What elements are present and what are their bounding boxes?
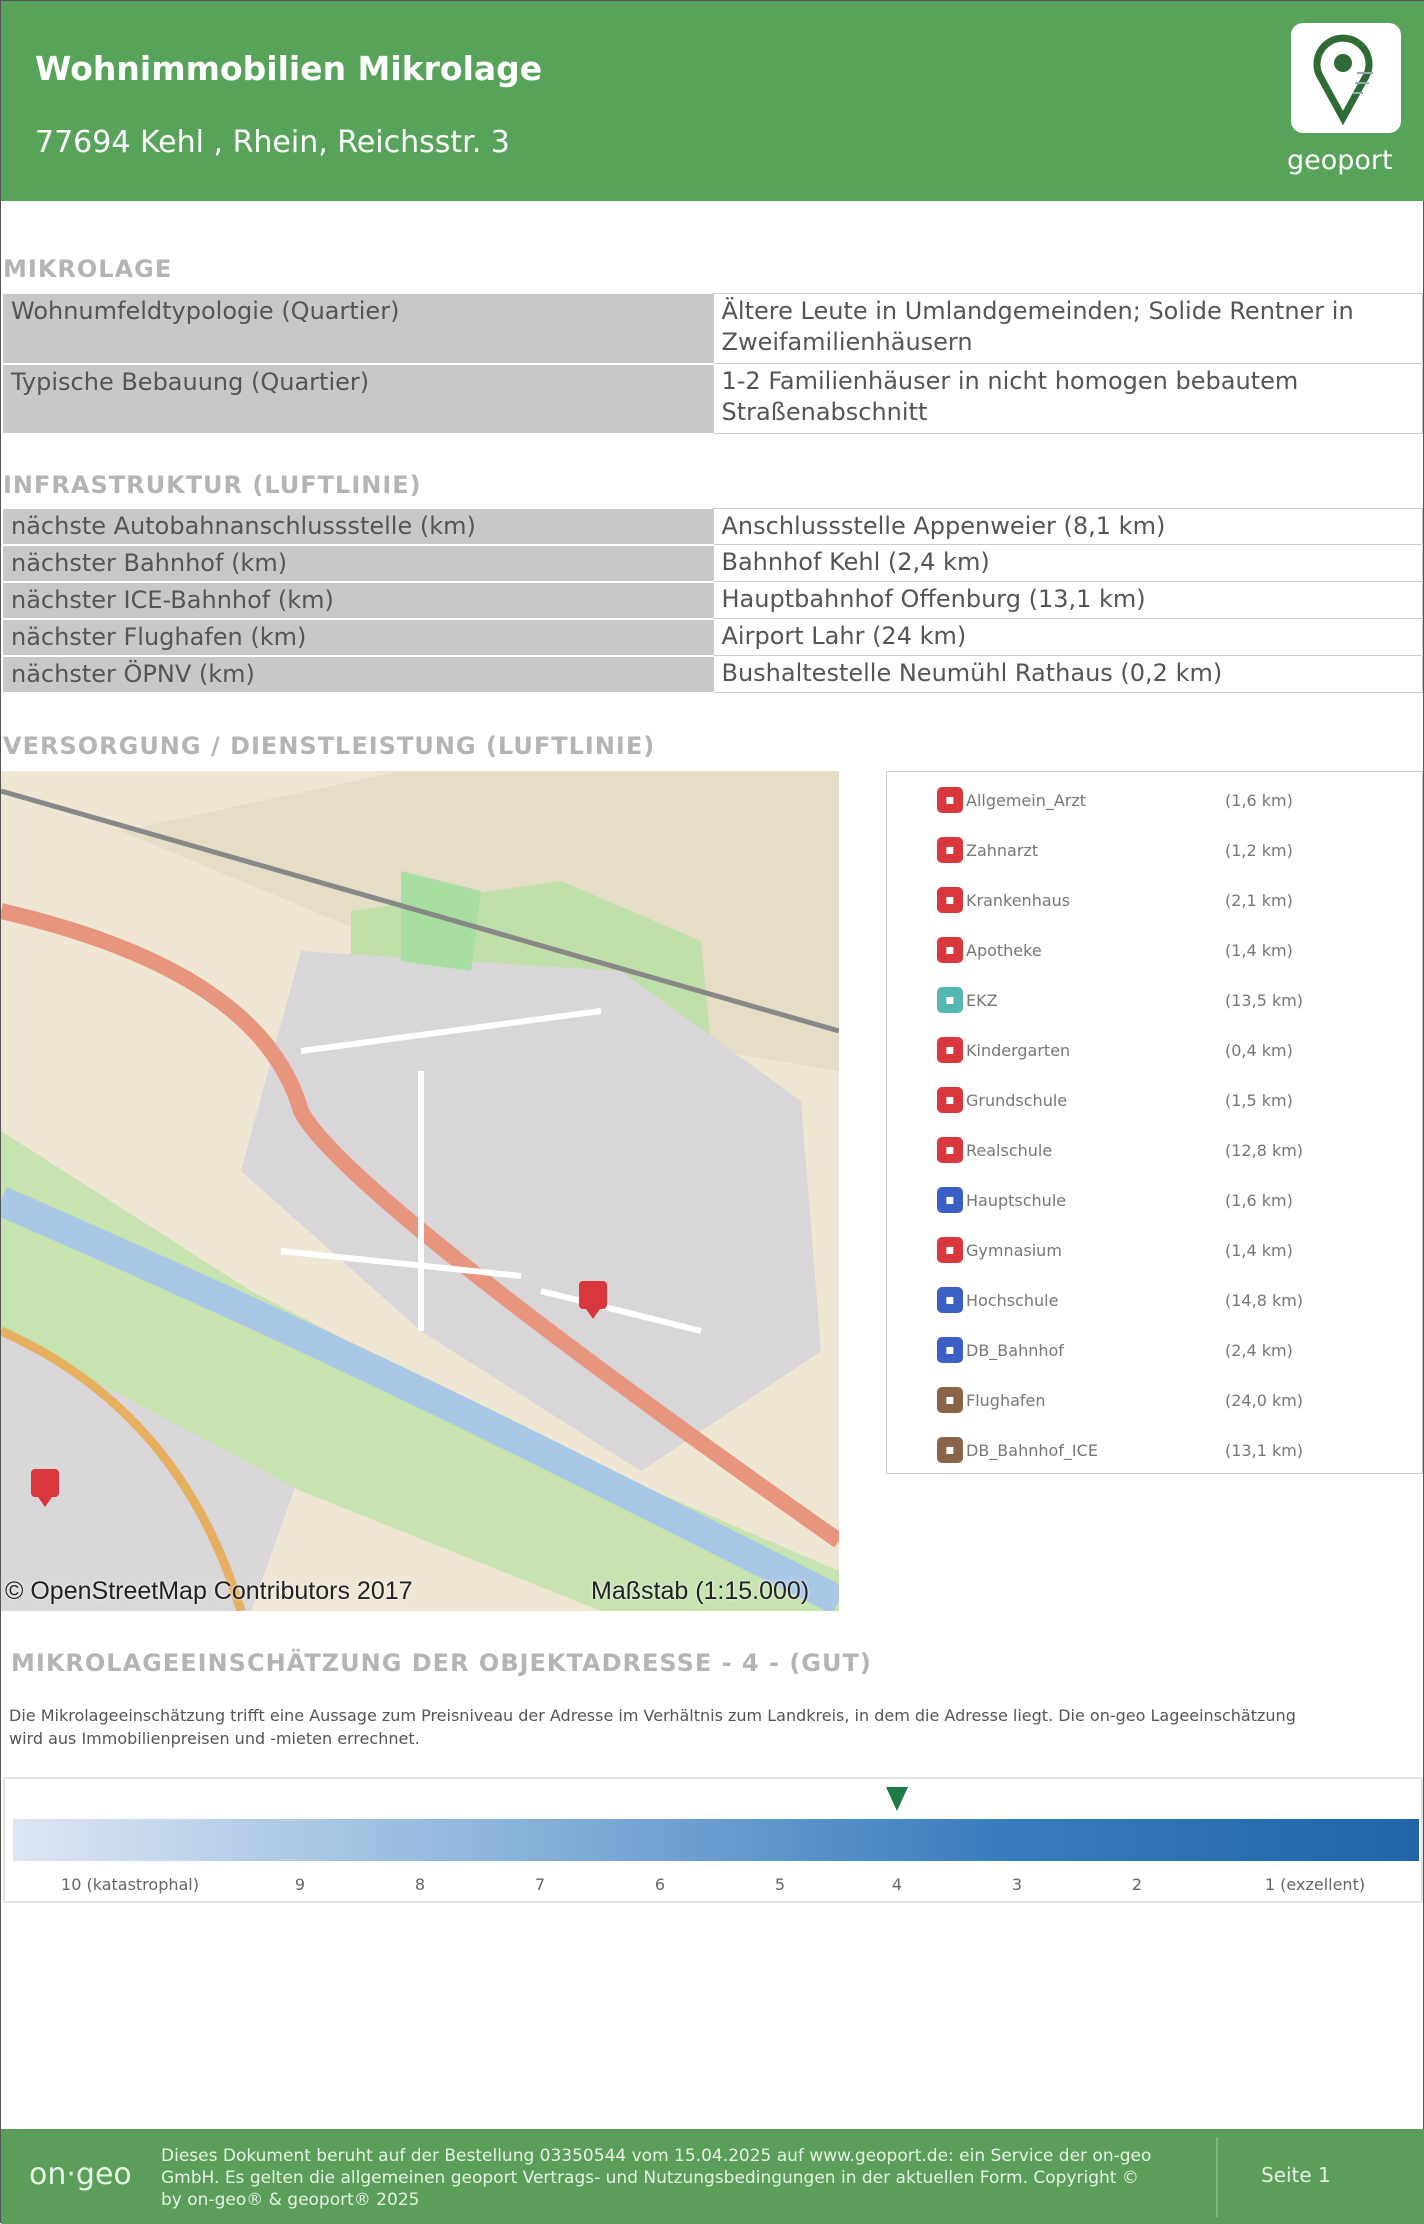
legend-distance: (12,8 km) <box>1225 1140 1304 1160</box>
poi-icon: ▪ <box>937 837 963 863</box>
map-copyright: © OpenStreetMap Contributors 2017 <box>5 1577 413 1605</box>
legend-label: Grundschule <box>966 1090 1068 1110</box>
rating-gradient-bar <box>13 1819 1419 1861</box>
poi-icon: ▪ <box>937 1187 963 1213</box>
section-heading-infrastruktur: INFRASTRUKTUR (LUFTLINIE) <box>3 471 422 499</box>
table-row: Typische Bebauung (Quartier) 1-2 Familien… <box>3 363 1423 435</box>
section-heading-mikrolage: MIKROLAGE <box>3 255 173 283</box>
scale-label: 6 <box>654 1875 666 1894</box>
rating-marker-icon <box>886 1787 908 1811</box>
legend-item: ▪ Grundschule (1,5 km) <box>937 1080 1397 1120</box>
poi-icon: ▪ <box>937 1037 963 1063</box>
legend-label: DB_Bahnhof <box>966 1340 1064 1360</box>
legend-label: Realschule <box>966 1140 1053 1160</box>
poi-icon: ▪ <box>937 1237 963 1263</box>
address: 77694 Kehl , Rhein, Reichsstr. 3 <box>35 125 510 160</box>
legend-item: ▪ EKZ (13,5 km) <box>937 980 1397 1020</box>
scale-label: 9 <box>294 1875 306 1894</box>
legend-distance: (1,6 km) <box>1225 790 1293 810</box>
legend-item: ▪ Realschule (12,8 km) <box>937 1130 1397 1170</box>
table-row: nächster Bahnhof (km) Bahnhof Kehl (2,4 k… <box>3 544 1423 583</box>
infrastruktur-table: nächste Autobahnanschlussstelle (km) Ansc… <box>3 508 1423 694</box>
legend-item: ▪ Zahnarzt (1,2 km) <box>937 830 1397 870</box>
poi-icon: ▪ <box>937 1337 963 1363</box>
legend-item: ▪ DB_Bahnhof_ICE (13,1 km) <box>937 1430 1397 1470</box>
table-row: nächster ICE-Bahnhof (km) Hauptbahnhof Of… <box>3 581 1423 620</box>
legend-item: ▪ Hochschule (14,8 km) <box>937 1280 1397 1320</box>
legend-label: Krankenhaus <box>966 890 1071 910</box>
scale-label: 8 <box>414 1875 426 1894</box>
legend-distance: (2,4 km) <box>1225 1340 1293 1360</box>
scale-label: 10 (katastrophal) <box>61 1875 199 1894</box>
legend-item: ▪ Krankenhaus (2,1 km) <box>937 880 1397 920</box>
scale-label: 1 (exzellent) <box>1264 1875 1366 1894</box>
scale-label: 4 <box>891 1875 903 1894</box>
on-geo-logo: on·geo <box>29 2157 132 2192</box>
legend-distance: (1,4 km) <box>1225 1240 1293 1260</box>
footer-text: Dieses Dokument beruht auf der Bestellun… <box>161 2146 1152 2210</box>
legend-distance: (13,5 km) <box>1225 990 1304 1010</box>
legend-item: ▪ Allgemein_Arzt (1,6 km) <box>937 780 1397 820</box>
legend-label: Hochschule <box>966 1290 1059 1310</box>
poi-icon: ▪ <box>937 1137 963 1163</box>
scale-label: 3 <box>1011 1875 1023 1894</box>
legend-distance: (1,2 km) <box>1225 840 1293 860</box>
rating-scale: 10 (katastrophal) 9 8 7 6 5 4 3 2 1 (exzellent) <box>3 1777 1423 1903</box>
poi-icon: ▪ <box>937 1087 963 1113</box>
table-row: nächste Autobahnanschlussstelle (km) Ansc… <box>3 508 1423 546</box>
poi-icon: ▪ <box>937 1437 963 1463</box>
legend-item: ▪ Kindergarten (0,4 km) <box>937 1030 1397 1070</box>
legend-distance: (13,1 km) <box>1225 1440 1304 1460</box>
legend-label: Kindergarten <box>966 1040 1071 1060</box>
legend-distance: (24,0 km) <box>1225 1390 1304 1410</box>
legend-distance: (0,4 km) <box>1225 1040 1293 1060</box>
legend-label: Flughafen <box>966 1390 1046 1410</box>
legend-item: ▪ DB_Bahnhof (2,4 km) <box>937 1330 1397 1370</box>
poi-legend: ▪ Allgemein_Arzt (1,6 km) ▪ Zahnarzt (1,2 km)… <box>886 771 1423 1474</box>
poi-icon: ▪ <box>937 1287 963 1313</box>
legend-label: Allgemein_Arzt <box>966 790 1087 810</box>
scale-label: 5 <box>774 1875 786 1894</box>
poi-icon: ▪ <box>937 987 963 1013</box>
table-row: nächster ÖPNV (km) Bushaltestelle Neumühl… <box>3 655 1423 694</box>
legend-label: Zahnarzt <box>966 840 1039 860</box>
legend-label: Apotheke <box>966 940 1042 960</box>
scale-label: 7 <box>534 1875 546 1894</box>
legend-distance: (14,8 km) <box>1225 1290 1304 1310</box>
divider <box>1216 2137 1218 2217</box>
legend-distance: (1,6 km) <box>1225 1190 1293 1210</box>
poi-icon: ▪ <box>937 787 963 813</box>
scale-label: 2 <box>1131 1875 1143 1894</box>
poi-icon: ▪ <box>937 887 963 913</box>
poi-icon: ▪ <box>937 937 963 963</box>
legend-item: ▪ Hauptschule (1,6 km) <box>937 1180 1397 1220</box>
logo-text: geoport <box>1287 145 1393 176</box>
legend-item: ▪ Flughafen (24,0 km) <box>937 1380 1397 1420</box>
legend-distance: (1,4 km) <box>1225 940 1293 960</box>
section-heading-einschaetzung: MIKROLAGEEINSCHÄTZUNG DER OBJEKTADRESSE … <box>11 1649 872 1677</box>
geoport-logo-icon <box>1291 23 1401 133</box>
table-row: nächster Flughafen (km) Airport Lahr (24 … <box>3 618 1423 657</box>
legend-item: ▪ Gymnasium (1,4 km) <box>937 1230 1397 1270</box>
legend-label: Hauptschule <box>966 1190 1067 1210</box>
header: Wohnimmobilien Mikrolage 77694 Kehl , Rh… <box>1 1 1424 201</box>
legend-label: EKZ <box>966 990 998 1010</box>
footer: on·geo Dieses Dokument beruht auf der Be… <box>1 2129 1424 2224</box>
table-row: Wohnumfeldtypologie (Quartier) Ältere Leu… <box>3 293 1423 365</box>
page-title: Wohnimmobilien Mikrolage <box>35 49 543 88</box>
legend-label: Gymnasium <box>966 1240 1062 1260</box>
poi-icon: ▪ <box>937 1387 963 1413</box>
legend-distance: (1,5 km) <box>1225 1090 1293 1110</box>
map[interactable] <box>1 771 839 1611</box>
legend-label: DB_Bahnhof_ICE <box>966 1440 1098 1460</box>
description: Die Mikrolageeinschätzung trifft eine Au… <box>9 1706 1296 1748</box>
mikrolage-table: Wohnumfeldtypologie (Quartier) Ältere Leu… <box>3 293 1423 435</box>
legend-item: ▪ Apotheke (1,4 km) <box>937 930 1397 970</box>
map-scale: Maßstab (1:15.000) <box>591 1577 810 1605</box>
section-heading-versorgung: VERSORGUNG / DIENSTLEISTUNG (LUFTLINIE) <box>3 732 656 760</box>
page-number: Seite 1 <box>1261 2163 1331 2187</box>
legend-distance: (2,1 km) <box>1225 890 1293 910</box>
